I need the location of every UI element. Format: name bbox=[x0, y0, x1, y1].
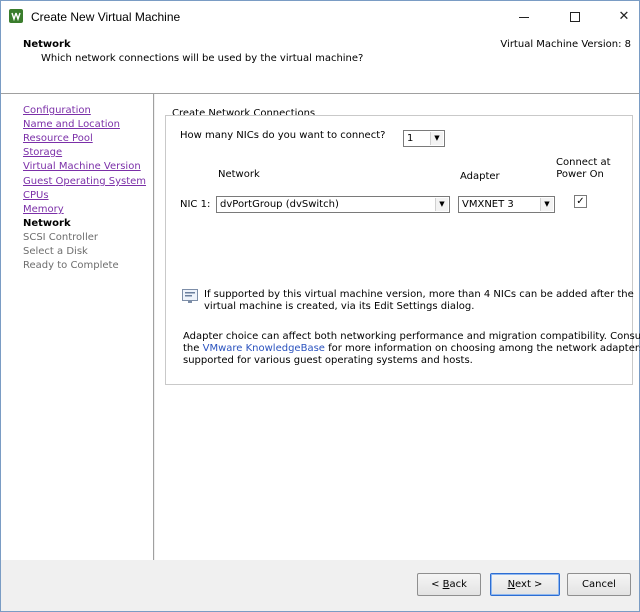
nav-item-storage[interactable]: Storage bbox=[23, 147, 62, 158]
page-title: Network bbox=[23, 39, 71, 50]
nic-count-label: How many NICs do you want to connect? bbox=[180, 130, 386, 141]
cancel-button[interactable]: Cancel bbox=[567, 573, 631, 596]
back-button-prefix: < bbox=[431, 579, 443, 590]
adapter-note-line2-rest: for more information on choosing among t… bbox=[328, 343, 640, 354]
wizard-steps-nav: Configuration Name and Location Resource… bbox=[1, 94, 154, 560]
page-subtitle: Which network connections will be used b… bbox=[41, 53, 364, 64]
network-column-header: Network bbox=[218, 169, 260, 180]
back-button-label: ack bbox=[449, 579, 467, 590]
wizard-footer: < Back Next > Cancel bbox=[1, 560, 639, 611]
info-text-line2: virtual machine is created, via its Edit… bbox=[204, 301, 475, 312]
vmware-kb-link[interactable]: VMware KnowledgeBase bbox=[203, 343, 325, 354]
back-button[interactable]: < Back bbox=[417, 573, 481, 596]
nav-item-scsi-controller: SCSI Controller bbox=[23, 232, 98, 243]
title-bar: Create New Virtual Machine ✕ bbox=[1, 1, 639, 32]
nav-item-cpus[interactable]: CPUs bbox=[23, 190, 49, 201]
next-button-label: ext > bbox=[515, 579, 543, 590]
nic1-adapter-select[interactable]: VMXNET 3 ▼ bbox=[458, 196, 555, 213]
network-connections-group: How many NICs do you want to connect? 1 … bbox=[165, 115, 640, 385]
info-icon bbox=[182, 289, 198, 303]
nav-item-vm-version[interactable]: Virtual Machine Version bbox=[23, 161, 141, 172]
minimize-icon bbox=[519, 17, 529, 18]
nic1-network-select[interactable]: dvPortGroup (dvSwitch) ▼ bbox=[216, 196, 450, 213]
adapter-note-line1: Adapter choice can affect both networkin… bbox=[183, 331, 640, 342]
next-button[interactable]: Next > bbox=[490, 573, 560, 596]
adapter-note-the: the bbox=[183, 343, 200, 354]
minimize-button[interactable] bbox=[501, 1, 547, 32]
chevron-down-icon: ▼ bbox=[435, 198, 448, 211]
connect-column-header-line1: Connect at bbox=[556, 157, 611, 168]
maximize-button[interactable] bbox=[552, 1, 598, 32]
nav-item-memory[interactable]: Memory bbox=[23, 204, 64, 215]
connect-column-header-line2: Power On bbox=[556, 169, 604, 180]
nav-item-network: Network bbox=[23, 218, 71, 229]
nav-item-resource-pool[interactable]: Resource Pool bbox=[23, 133, 93, 144]
close-icon: ✕ bbox=[618, 9, 630, 24]
nav-item-configuration[interactable]: Configuration bbox=[23, 105, 91, 116]
back-button-mnemonic: B bbox=[442, 579, 450, 590]
nav-item-name-and-location[interactable]: Name and Location bbox=[23, 119, 120, 130]
nav-item-select-disk: Select a Disk bbox=[23, 246, 88, 257]
window-title: Create New Virtual Machine bbox=[31, 10, 181, 24]
cancel-button-label: Cancel bbox=[582, 579, 616, 590]
nic1-label: NIC 1: bbox=[180, 199, 211, 210]
adapter-column-header: Adapter bbox=[460, 171, 500, 182]
checkmark-icon: ✓ bbox=[576, 195, 585, 207]
nic-count-value: 1 bbox=[407, 133, 414, 144]
nic1-adapter-value: VMXNET 3 bbox=[462, 199, 514, 210]
nic1-network-value: dvPortGroup (dvSwitch) bbox=[220, 199, 339, 210]
chevron-down-icon: ▼ bbox=[540, 198, 553, 211]
adapter-note-line2: the VMware KnowledgeBase for more inform… bbox=[183, 343, 640, 354]
next-button-mnemonic: N bbox=[507, 579, 516, 590]
dialog-window: Create New Virtual Machine ✕ Network Whi… bbox=[0, 0, 640, 612]
chevron-down-icon: ▼ bbox=[430, 132, 443, 145]
vm-version-label: Virtual Machine Version: 8 bbox=[500, 39, 631, 50]
maximize-icon bbox=[570, 11, 580, 22]
wizard-header: Network Which network connections will b… bbox=[1, 32, 639, 94]
vsphere-logo-icon bbox=[9, 9, 23, 23]
info-text-line1: If supported by this virtual machine ver… bbox=[204, 289, 634, 300]
main-panel: Create Network Connections How many NICs… bbox=[155, 94, 640, 560]
nav-item-ready-to-complete: Ready to Complete bbox=[23, 260, 119, 271]
nav-item-guest-os[interactable]: Guest Operating System bbox=[23, 176, 146, 187]
nic-count-select[interactable]: 1 ▼ bbox=[403, 130, 445, 147]
adapter-note-line3: supported for various guest operating sy… bbox=[183, 355, 473, 366]
close-button[interactable]: ✕ bbox=[601, 1, 640, 32]
nic1-connect-checkbox[interactable]: ✓ bbox=[574, 195, 587, 208]
